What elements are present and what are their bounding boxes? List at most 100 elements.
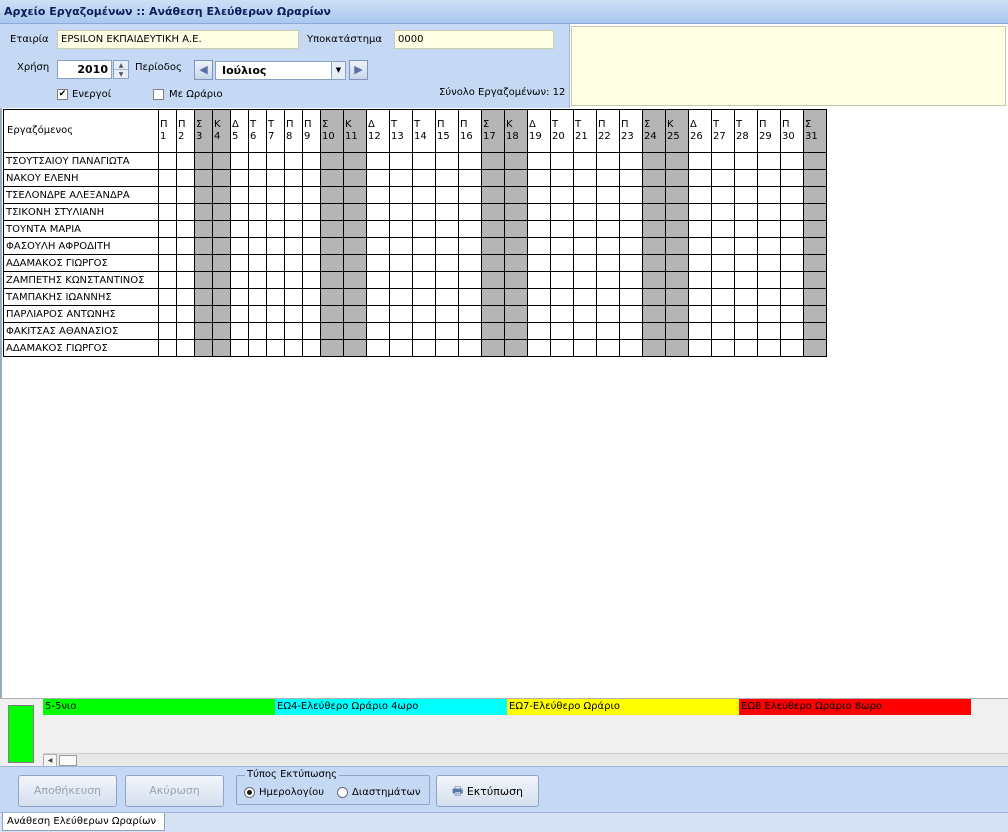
day-cell[interactable] xyxy=(619,152,643,170)
day-cell[interactable] xyxy=(688,186,712,204)
day-cell[interactable] xyxy=(803,237,827,255)
day-cell[interactable] xyxy=(284,305,303,323)
day-cell[interactable] xyxy=(212,305,231,323)
employee-name-cell[interactable]: ΦΑΣΟΥΛΗ ΑΦΡΟΔΙΤΗ xyxy=(3,237,159,255)
day-cell[interactable] xyxy=(320,271,344,289)
day-cell[interactable] xyxy=(320,186,344,204)
day-cell[interactable] xyxy=(596,237,620,255)
day-cell[interactable] xyxy=(266,220,285,238)
day-cell[interactable] xyxy=(302,169,321,187)
day-cell[interactable] xyxy=(230,288,249,306)
day-cell[interactable] xyxy=(642,169,666,187)
day-cell[interactable] xyxy=(734,305,758,323)
day-cell[interactable] xyxy=(194,169,213,187)
scroll-thumb[interactable] xyxy=(59,755,77,766)
day-cell[interactable] xyxy=(550,271,574,289)
day-cell[interactable] xyxy=(158,322,177,340)
employee-name-cell[interactable]: ΠΑΡΛΙΑΡΟΣ ΑΝΤΩΝΗΣ xyxy=(3,305,159,323)
day-cell[interactable] xyxy=(412,186,436,204)
day-cell[interactable] xyxy=(665,288,689,306)
day-cell[interactable] xyxy=(458,288,482,306)
day-column-header[interactable]: Κ 18 xyxy=(504,109,528,153)
day-cell[interactable] xyxy=(573,220,597,238)
day-cell[interactable] xyxy=(504,186,528,204)
day-cell[interactable] xyxy=(665,169,689,187)
day-cell[interactable] xyxy=(550,186,574,204)
day-cell[interactable] xyxy=(176,305,195,323)
day-cell[interactable] xyxy=(527,254,551,272)
day-cell[interactable] xyxy=(504,271,528,289)
day-cell[interactable] xyxy=(688,254,712,272)
day-cell[interactable] xyxy=(266,322,285,340)
day-cell[interactable] xyxy=(320,305,344,323)
day-cell[interactable] xyxy=(230,322,249,340)
day-cell[interactable] xyxy=(734,322,758,340)
day-cell[interactable] xyxy=(435,169,459,187)
day-cell[interactable] xyxy=(176,203,195,221)
day-cell[interactable] xyxy=(596,322,620,340)
day-cell[interactable] xyxy=(320,322,344,340)
day-cell[interactable] xyxy=(619,322,643,340)
day-column-header[interactable]: Π1 xyxy=(158,109,177,153)
day-cell[interactable] xyxy=(458,339,482,357)
day-cell[interactable] xyxy=(230,339,249,357)
day-cell[interactable] xyxy=(688,220,712,238)
day-cell[interactable] xyxy=(757,254,781,272)
day-cell[interactable] xyxy=(504,288,528,306)
day-cell[interactable] xyxy=(665,203,689,221)
day-cell[interactable] xyxy=(435,254,459,272)
day-cell[interactable] xyxy=(284,288,303,306)
day-cell[interactable] xyxy=(596,254,620,272)
day-cell[interactable] xyxy=(619,169,643,187)
day-cell[interactable] xyxy=(803,305,827,323)
day-cell[interactable] xyxy=(688,152,712,170)
day-cell[interactable] xyxy=(780,305,804,323)
day-cell[interactable] xyxy=(665,237,689,255)
day-cell[interactable] xyxy=(550,152,574,170)
day-cell[interactable] xyxy=(158,237,177,255)
day-cell[interactable] xyxy=(343,237,367,255)
day-cell[interactable] xyxy=(619,271,643,289)
company-field[interactable]: EPSILON ΕΚΠΑΙΔΕΥΤΙΚΗ Α.Ε. xyxy=(57,30,299,49)
legend-item[interactable]: ΕΩ4-Ελεύθερο Ωράριο 4ωρο xyxy=(275,699,507,715)
cancel-button[interactable]: Ακύρωση xyxy=(125,775,224,807)
day-cell[interactable] xyxy=(642,254,666,272)
day-cell[interactable] xyxy=(366,305,390,323)
day-cell[interactable] xyxy=(389,339,413,357)
day-cell[interactable] xyxy=(573,169,597,187)
day-cell[interactable] xyxy=(711,220,735,238)
day-cell[interactable] xyxy=(230,220,249,238)
day-cell[interactable] xyxy=(389,305,413,323)
day-cell[interactable] xyxy=(389,254,413,272)
day-cell[interactable] xyxy=(284,254,303,272)
day-cell[interactable] xyxy=(435,339,459,357)
day-column-header[interactable]: Τ6 xyxy=(248,109,267,153)
day-cell[interactable] xyxy=(803,152,827,170)
day-cell[interactable] xyxy=(435,237,459,255)
day-cell[interactable] xyxy=(711,186,735,204)
day-cell[interactable] xyxy=(619,237,643,255)
day-cell[interactable] xyxy=(194,288,213,306)
day-cell[interactable] xyxy=(642,288,666,306)
day-cell[interactable] xyxy=(527,152,551,170)
day-cell[interactable] xyxy=(435,203,459,221)
day-column-header[interactable]: Δ5 xyxy=(230,109,249,153)
day-cell[interactable] xyxy=(266,186,285,204)
day-cell[interactable] xyxy=(158,271,177,289)
save-button[interactable]: Αποθήκευση xyxy=(18,775,117,807)
day-column-header[interactable]: Σ 31 xyxy=(803,109,827,153)
day-cell[interactable] xyxy=(619,220,643,238)
day-cell[interactable] xyxy=(734,237,758,255)
radio-calendar-label[interactable]: Ημερολογίου xyxy=(259,786,324,800)
day-cell[interactable] xyxy=(757,271,781,289)
day-cell[interactable] xyxy=(527,305,551,323)
day-column-header[interactable]: Π 23 xyxy=(619,109,643,153)
day-cell[interactable] xyxy=(389,203,413,221)
day-cell[interactable] xyxy=(284,339,303,357)
day-cell[interactable] xyxy=(284,203,303,221)
day-cell[interactable] xyxy=(711,271,735,289)
day-cell[interactable] xyxy=(248,254,267,272)
day-cell[interactable] xyxy=(284,169,303,187)
day-cell[interactable] xyxy=(389,220,413,238)
day-cell[interactable] xyxy=(665,271,689,289)
